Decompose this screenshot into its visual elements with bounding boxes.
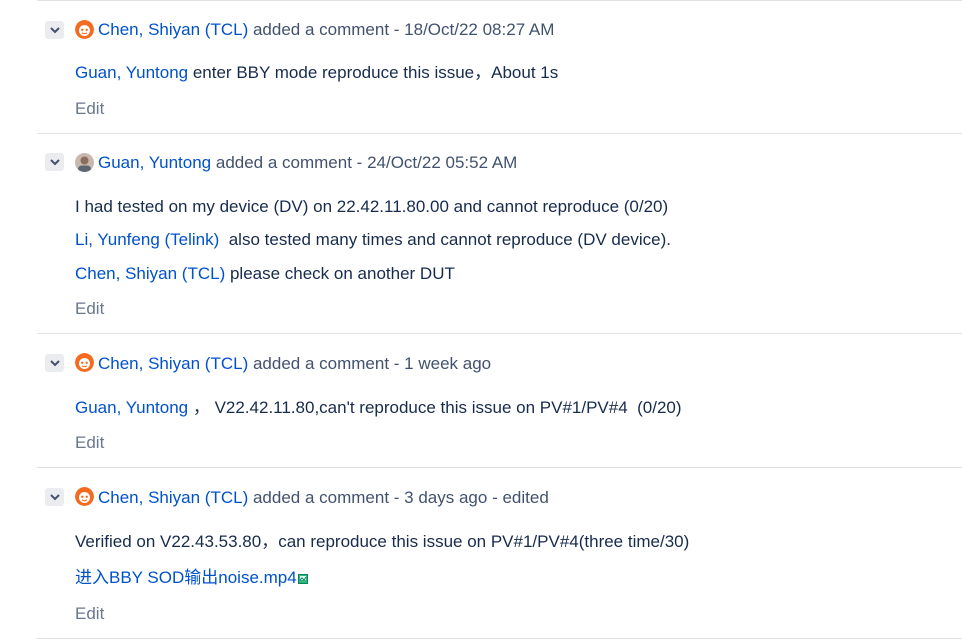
user-photo-avatar-icon: [75, 153, 94, 172]
comment-action-text: added a comment: [215, 153, 352, 172]
comment-text: Verified on V22.43.53.80，can reproduce t…: [75, 532, 690, 551]
comment-author-link[interactable]: Chen, Shiyan (TCL): [98, 20, 248, 39]
comment-text: enter BBY mode reproduce this issue，Abou…: [188, 63, 559, 82]
orange-bot-avatar-icon: [75, 487, 94, 506]
orange-bot-avatar-icon: [75, 353, 94, 372]
comment-separator: -: [389, 20, 405, 39]
user-mention-link[interactable]: Li, Yunfeng (Telink): [75, 230, 219, 249]
comment-item: Guan, Yuntong added a comment - 24/Oct/2…: [37, 134, 962, 334]
attachment-icon[interactable]: [297, 568, 308, 590]
user-mention-link[interactable]: Guan, Yuntong: [75, 63, 188, 82]
collapse-toggle-button[interactable]: [45, 21, 64, 39]
comment-item: Chen, Shiyan (TCL) added a comment - 3 d…: [37, 468, 962, 639]
edit-comment-link[interactable]: Edit: [75, 432, 104, 454]
collapse-toggle-button[interactable]: [45, 354, 64, 372]
comment-separator: -: [389, 354, 405, 373]
avatar[interactable]: [75, 20, 94, 39]
comment-header: Chen, Shiyan (TCL) added a comment - 18/…: [98, 19, 554, 41]
orange-bot-avatar-icon: [75, 20, 94, 39]
avatar[interactable]: [75, 353, 94, 372]
comment-body-line: Guan, Yuntong enter BBY mode reproduce t…: [75, 62, 558, 84]
comment-header: Guan, Yuntong added a comment - 24/Oct/2…: [98, 152, 517, 174]
avatar[interactable]: [75, 153, 94, 172]
chevron-down-icon: [49, 359, 60, 366]
comment-timestamp[interactable]: 24/Oct/22 05:52 AM: [367, 153, 517, 172]
comment-item: Chen, Shiyan (TCL) added a comment - 1 w…: [37, 334, 962, 468]
comment-header: Chen, Shiyan (TCL) added a comment - 3 d…: [98, 487, 549, 509]
comment-separator: -: [389, 488, 405, 507]
comment-timestamp[interactable]: 1 week ago: [404, 354, 491, 373]
comment-text: I had tested on my device (DV) on 22.42.…: [75, 197, 669, 216]
attachment-line: 进入BBY SOD输出noise.mp4: [75, 567, 308, 590]
comment-action-text: added a comment: [252, 488, 390, 507]
chevron-down-icon: [49, 493, 60, 500]
edited-indicator: - edited: [487, 488, 549, 507]
avatar[interactable]: [75, 487, 94, 506]
comment-author-link[interactable]: Guan, Yuntong: [98, 153, 211, 172]
comment-text: ， V22.42.11.80,can't reproduce this issu…: [188, 398, 682, 417]
comment-body-line: Li, Yunfeng (Telink) also tested many ti…: [75, 229, 671, 251]
edit-comment-link[interactable]: Edit: [75, 98, 104, 120]
collapse-toggle-button[interactable]: [45, 153, 64, 171]
comment-separator: -: [351, 153, 368, 172]
comment-timestamp[interactable]: 18/Oct/22 08:27 AM: [404, 20, 554, 39]
comment-action-text: added a comment: [252, 354, 390, 373]
comment-timestamp[interactable]: 3 days ago: [404, 488, 487, 507]
comment-author-link[interactable]: Chen, Shiyan (TCL): [98, 354, 248, 373]
comment-body-line: I had tested on my device (DV) on 22.42.…: [75, 196, 668, 218]
collapse-toggle-button[interactable]: [45, 488, 64, 506]
user-mention-link[interactable]: Chen, Shiyan (TCL): [75, 264, 225, 283]
edit-comment-link[interactable]: Edit: [75, 298, 104, 320]
activity-comments-stream: Chen, Shiyan (TCL) added a comment - 18/…: [37, 0, 962, 644]
attachment-link[interactable]: 进入BBY SOD输出noise.mp4: [75, 568, 297, 587]
comment-body-line: Verified on V22.43.53.80，can reproduce t…: [75, 531, 689, 553]
comment-item: Chen, Shiyan (TCL) added a comment - 18/…: [37, 0, 962, 134]
comment-author-link[interactable]: Chen, Shiyan (TCL): [98, 488, 248, 507]
chevron-down-icon: [49, 158, 60, 165]
comment-text: also tested many times and cannot reprod…: [219, 230, 671, 249]
comment-body-line: Chen, Shiyan (TCL) please check on anoth…: [75, 263, 455, 285]
comment-header: Chen, Shiyan (TCL) added a comment - 1 w…: [98, 353, 491, 375]
comment-body-line: Guan, Yuntong ， V22.42.11.80,can't repro…: [75, 397, 682, 419]
user-mention-link[interactable]: Guan, Yuntong: [75, 398, 188, 417]
chevron-down-icon: [49, 26, 60, 33]
comment-action-text: added a comment: [252, 20, 390, 39]
comment-text: please check on another DUT: [225, 264, 455, 283]
edit-comment-link[interactable]: Edit: [75, 603, 104, 625]
